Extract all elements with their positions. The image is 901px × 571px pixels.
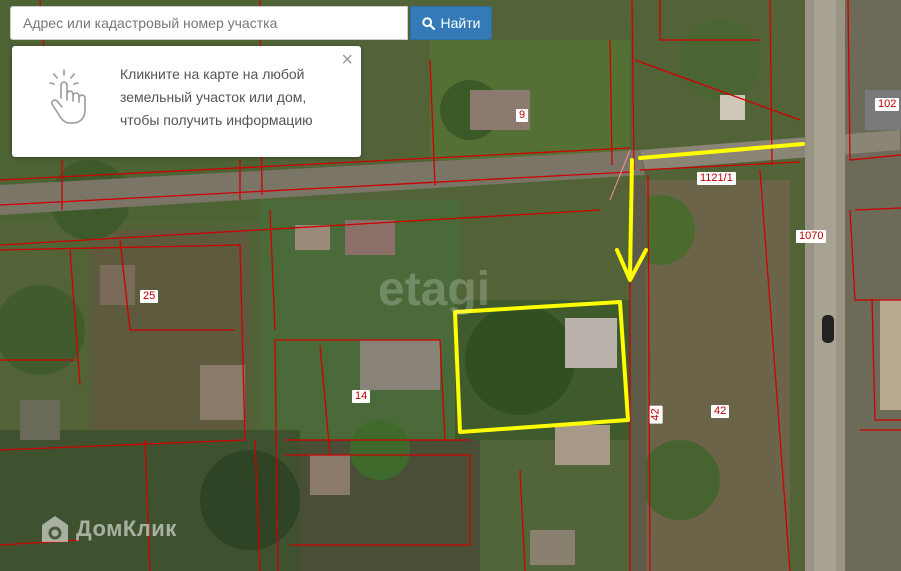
search-button-label: Найти — [440, 15, 481, 31]
search-icon — [421, 16, 435, 30]
watermark: etagi — [378, 263, 491, 316]
plot-label-102[interactable]: 102 — [875, 98, 900, 111]
info-line-1: Кликните на карте на любой — [120, 66, 305, 82]
plot-label-42[interactable]: 42 — [711, 405, 730, 418]
info-line-3: чтобы получить информацию — [120, 112, 313, 128]
info-panel: Кликните на карте на любой земельный уча… — [12, 46, 361, 157]
plot-label-14[interactable]: 14 — [352, 390, 371, 403]
plot-label-42-road[interactable]: 42 — [649, 405, 663, 424]
info-text: Кликните на карте на любой земельный уча… — [120, 63, 342, 132]
plot-label-25[interactable]: 25 — [140, 290, 159, 303]
info-line-2: земельный участок или дом, — [120, 89, 307, 105]
plot-label-1070[interactable]: 1070 — [796, 230, 827, 243]
plot-label-1121-1[interactable]: 1121/1 — [697, 172, 736, 185]
hand-pointer-icon — [49, 69, 86, 124]
brand-logo: ДомКлик — [40, 514, 177, 544]
close-button[interactable]: × — [341, 50, 353, 70]
house-logo-icon — [42, 516, 68, 542]
search-bar: Найти — [10, 6, 492, 40]
plot-label-9[interactable]: 9 — [516, 109, 529, 122]
search-button[interactable]: Найти — [410, 6, 492, 40]
brand-name: ДомКлик — [76, 516, 177, 541]
search-input[interactable] — [10, 6, 408, 40]
